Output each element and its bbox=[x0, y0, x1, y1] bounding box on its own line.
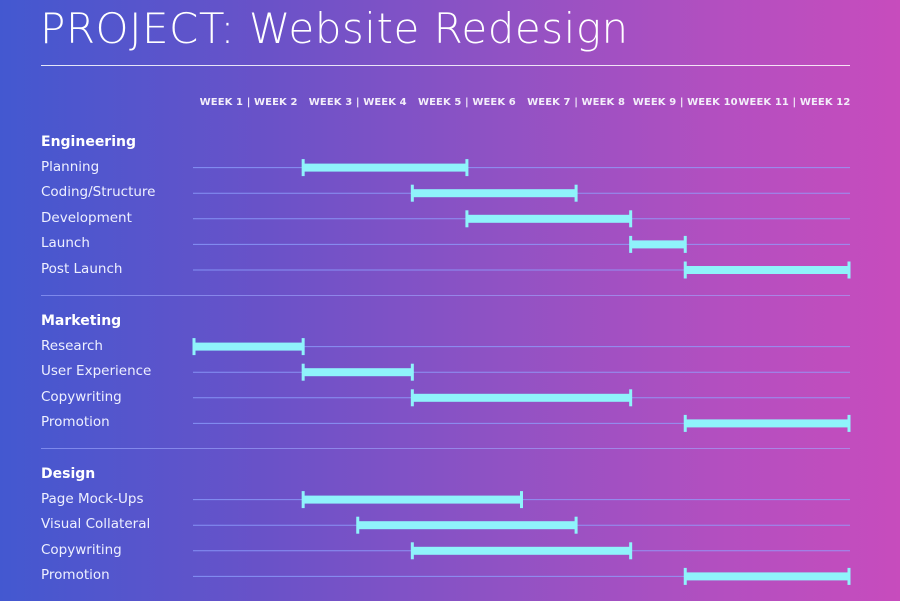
task-bar bbox=[412, 546, 631, 555]
task-bar-end-cap bbox=[683, 235, 687, 253]
task-bar-end-cap bbox=[410, 363, 414, 381]
task-bar-start-cap bbox=[301, 491, 305, 509]
task-bar bbox=[630, 240, 686, 249]
task-bar-start-cap bbox=[683, 261, 687, 279]
task-bar-end-cap bbox=[574, 184, 578, 202]
task-bar-start-cap bbox=[410, 389, 414, 407]
task-bar-start-cap bbox=[192, 338, 196, 356]
task-bar-start-cap bbox=[356, 516, 360, 534]
task-bar bbox=[303, 368, 413, 377]
task-bar-end-cap bbox=[847, 261, 851, 279]
task-bar-start-cap bbox=[410, 184, 414, 202]
task-bar-end-cap bbox=[301, 338, 305, 356]
task-bar bbox=[303, 163, 467, 172]
task-bar-end-cap bbox=[465, 159, 469, 177]
task-bar-start-cap bbox=[465, 210, 469, 228]
task-bar-end-cap bbox=[629, 389, 633, 407]
task-bar bbox=[194, 342, 304, 351]
task-bar-end-cap bbox=[629, 210, 633, 228]
task-bar-start-cap bbox=[683, 414, 687, 432]
task-bar-end-cap bbox=[520, 491, 523, 509]
task-bar bbox=[412, 189, 577, 198]
task-bar-end-cap bbox=[574, 516, 578, 534]
task-bar bbox=[685, 419, 849, 428]
task-bar-start-cap bbox=[683, 567, 687, 585]
gantt-chart bbox=[192, 159, 851, 585]
task-bar-end-cap bbox=[629, 542, 633, 560]
task-bar bbox=[357, 521, 577, 530]
task-bar bbox=[685, 572, 849, 581]
task-bar-end-cap bbox=[847, 414, 851, 432]
task-bar bbox=[412, 393, 631, 402]
task-bar bbox=[466, 214, 631, 223]
task-bar-end-cap bbox=[847, 567, 851, 585]
task-bar bbox=[685, 266, 849, 274]
task-bar bbox=[303, 495, 522, 504]
task-bar-start-cap bbox=[629, 235, 633, 253]
task-bar-start-cap bbox=[301, 159, 305, 177]
task-bar-start-cap bbox=[410, 542, 414, 560]
task-bar-start-cap bbox=[301, 363, 305, 381]
